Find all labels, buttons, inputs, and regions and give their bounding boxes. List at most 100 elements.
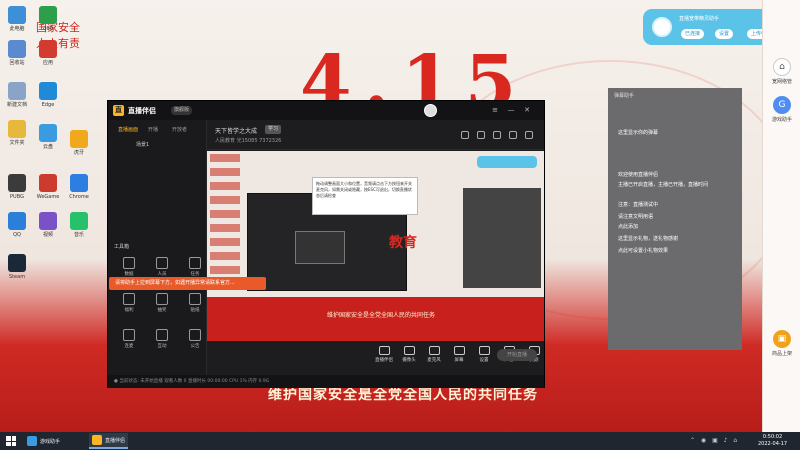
right-sidebar: ⌂ 宽网络管 G 游戏助手 ▣ 商品上架 xyxy=(762,0,800,432)
tool-item[interactable]: 贴纸 xyxy=(180,293,210,313)
tool-item[interactable]: 公告 xyxy=(180,329,210,349)
minimize-icon[interactable]: — xyxy=(506,105,516,115)
control-button[interactable]: 直播伴侣 xyxy=(371,346,397,363)
warning-banner[interactable]: 请将助手上拉到屏幕下方，如遇开播异常请联系官方... xyxy=(109,277,266,290)
desktop-icon-video[interactable]: 视频 xyxy=(33,212,63,238)
panel-title: 直播宽带精灵助手 xyxy=(679,16,720,22)
desktop-icon-pubg[interactable]: PUBG xyxy=(2,174,32,200)
user-avatar[interactable] xyxy=(424,104,437,117)
control-label: 设置 xyxy=(479,358,489,363)
share-icon[interactable] xyxy=(525,131,533,139)
control-label: 屏幕 xyxy=(454,358,464,363)
sidebar-network[interactable]: ⌂ 宽网络管 xyxy=(763,58,800,85)
tool-icon xyxy=(123,329,135,341)
lock-icon[interactable] xyxy=(477,131,485,139)
room-category-badge[interactable]: 学习 xyxy=(265,125,282,134)
desktop-icon-qq[interactable]: QQ xyxy=(2,212,32,238)
taskbar-app2-label: 直播伴侣 xyxy=(105,437,126,444)
system-tray[interactable]: ⌃ ◉ ▣ ♪ ⌂ xyxy=(690,437,739,444)
chat-line: 这里显示你的弹幕 xyxy=(618,130,659,136)
grid-icon[interactable] xyxy=(461,131,469,139)
room-title[interactable]: 天下皆学之大成 xyxy=(215,126,257,135)
tool-item[interactable]: 连麦 xyxy=(114,329,144,349)
app-left-panel: 直播画面 开播 开放者 场景1 工具箱 数据 人员 任务福利 抽奖 贴纸连麦 互动 公告 xyxy=(108,120,207,375)
control-button[interactable]: 麦克风 xyxy=(421,346,447,363)
desktop-icon-file[interactable]: 新建文档 xyxy=(2,82,32,108)
clock-time: 0:50:02 xyxy=(762,434,783,440)
sidebar-network-label: 宽网络管 xyxy=(771,79,792,85)
desktop-icon-weixin[interactable]: WeGame xyxy=(33,174,63,200)
desktop-icon-app-360[interactable]: 360 xyxy=(33,6,63,32)
room-header: 天下皆学之大成 学习 人民教育 光15085 7372326 xyxy=(207,120,544,150)
tools-label: 工具箱 xyxy=(114,244,130,250)
desktop-icon-computer[interactable]: 此电脑 xyxy=(2,6,32,32)
tab-developer[interactable]: 开放者 xyxy=(172,126,187,133)
desktop-icon-chrome[interactable]: Chrome xyxy=(64,174,94,200)
bell-icon[interactable] xyxy=(509,131,517,139)
sidebar-goods-label: 商品上架 xyxy=(771,351,792,357)
menu-icon[interactable]: ≡ xyxy=(490,105,500,115)
taskbar-clock[interactable]: 0:50:02 2022-04-17 xyxy=(758,434,787,448)
tool-item[interactable]: 抽奖 xyxy=(147,293,177,313)
desktop-icon-app-red[interactable]: 应用 xyxy=(33,40,63,66)
tool-item[interactable]: 福利 xyxy=(114,293,144,313)
windows-start-icon[interactable] xyxy=(6,436,16,446)
desktop-icon-steam[interactable]: Steam xyxy=(2,254,32,280)
preview-slogan: 维护国家安全是全党全国人民的共同任务 xyxy=(327,312,436,319)
desktop-icon-cloud[interactable]: 云盘 xyxy=(33,124,63,150)
desktop-icon-label: 新建文档 xyxy=(6,102,27,108)
sidebar-game-helper[interactable]: G 游戏助手 xyxy=(763,96,800,123)
desktop-icon-qq-music[interactable]: 音乐 xyxy=(64,212,94,238)
tool-item[interactable]: 人员 xyxy=(147,257,177,277)
desktop-icon-label: Chrome xyxy=(69,194,89,200)
tab-start[interactable]: 开播 xyxy=(148,126,158,133)
sidebar-goods[interactable]: ▣ 商品上架 xyxy=(763,330,800,357)
desktop-icon-folder[interactable]: 文件夹 xyxy=(2,120,32,146)
desktop-icon-label: WeGame xyxy=(36,194,60,200)
tab-live-scene[interactable]: 直播画面 xyxy=(118,126,138,133)
tool-icon xyxy=(156,257,168,269)
control-label: 麦克风 xyxy=(427,358,441,363)
start-live-button[interactable]: 开始直播 xyxy=(497,349,537,361)
steam-icon xyxy=(8,254,26,272)
panel-settings-button[interactable]: 设置 xyxy=(715,29,734,39)
desktop-icon-label: 云盘 xyxy=(42,144,53,150)
desktop-icon-label: 视频 xyxy=(42,232,53,238)
desktop-icon-recycle[interactable]: 回收站 xyxy=(2,40,32,66)
panel-connected-button[interactable]: 已连接 xyxy=(681,29,705,39)
tool-icon xyxy=(123,293,135,305)
tool-item[interactable]: 互动 xyxy=(147,329,177,349)
control-button[interactable]: 摄像头 xyxy=(396,346,422,363)
app-titlebar[interactable]: 直 直播伴侣 旗舰版 ≡ — ✕ xyxy=(108,101,544,120)
copy-icon[interactable] xyxy=(493,131,501,139)
desktop-icon-huya[interactable]: 虎牙 xyxy=(64,130,94,156)
scene-label[interactable]: 场景1 xyxy=(136,141,149,148)
chat-line: 点此可设置小礼物效果 xyxy=(618,248,669,254)
chat-line: 注意：直播测试中 xyxy=(618,202,659,208)
tool-item[interactable]: 任务 xyxy=(180,257,210,277)
control-button[interactable]: 屏幕 xyxy=(446,346,472,363)
desktop-icon-edge[interactable]: Edge xyxy=(33,82,63,108)
panel-avatar xyxy=(652,17,672,37)
control-label: 直播伴侣 xyxy=(375,358,393,363)
cloud-icon xyxy=(39,124,57,142)
taskbar-app-live[interactable]: 直播伴侣 xyxy=(89,433,129,449)
live-app-window: 直 直播伴侣 旗舰版 ≡ — ✕ 直播画面 开播 开放者 场景1 工具箱 数据人… xyxy=(107,100,545,388)
control-icon xyxy=(378,346,390,355)
tool-icon xyxy=(189,329,201,341)
app-logo-icon: 直 xyxy=(113,105,124,116)
chat-line: 请注意文明用语 xyxy=(618,214,654,220)
close-icon[interactable]: ✕ xyxy=(522,105,532,115)
computer-icon xyxy=(8,6,26,24)
tool-icon xyxy=(156,293,168,305)
tool-label: 公告 xyxy=(190,344,200,349)
taskbar-app-game-helper[interactable]: 游戏助手 xyxy=(24,433,63,449)
tool-item[interactable]: 数据 xyxy=(114,257,144,277)
chat-title: 弹幕助手 xyxy=(614,93,635,99)
app-360-icon xyxy=(39,6,57,24)
app-red-icon xyxy=(39,40,57,58)
control-button[interactable]: 设置 xyxy=(471,346,497,363)
chat-line: 欢迎使用直播伴侣 xyxy=(618,172,659,178)
desktop-icon-label: 此电脑 xyxy=(9,26,25,32)
tool-label: 抽奖 xyxy=(157,308,167,313)
